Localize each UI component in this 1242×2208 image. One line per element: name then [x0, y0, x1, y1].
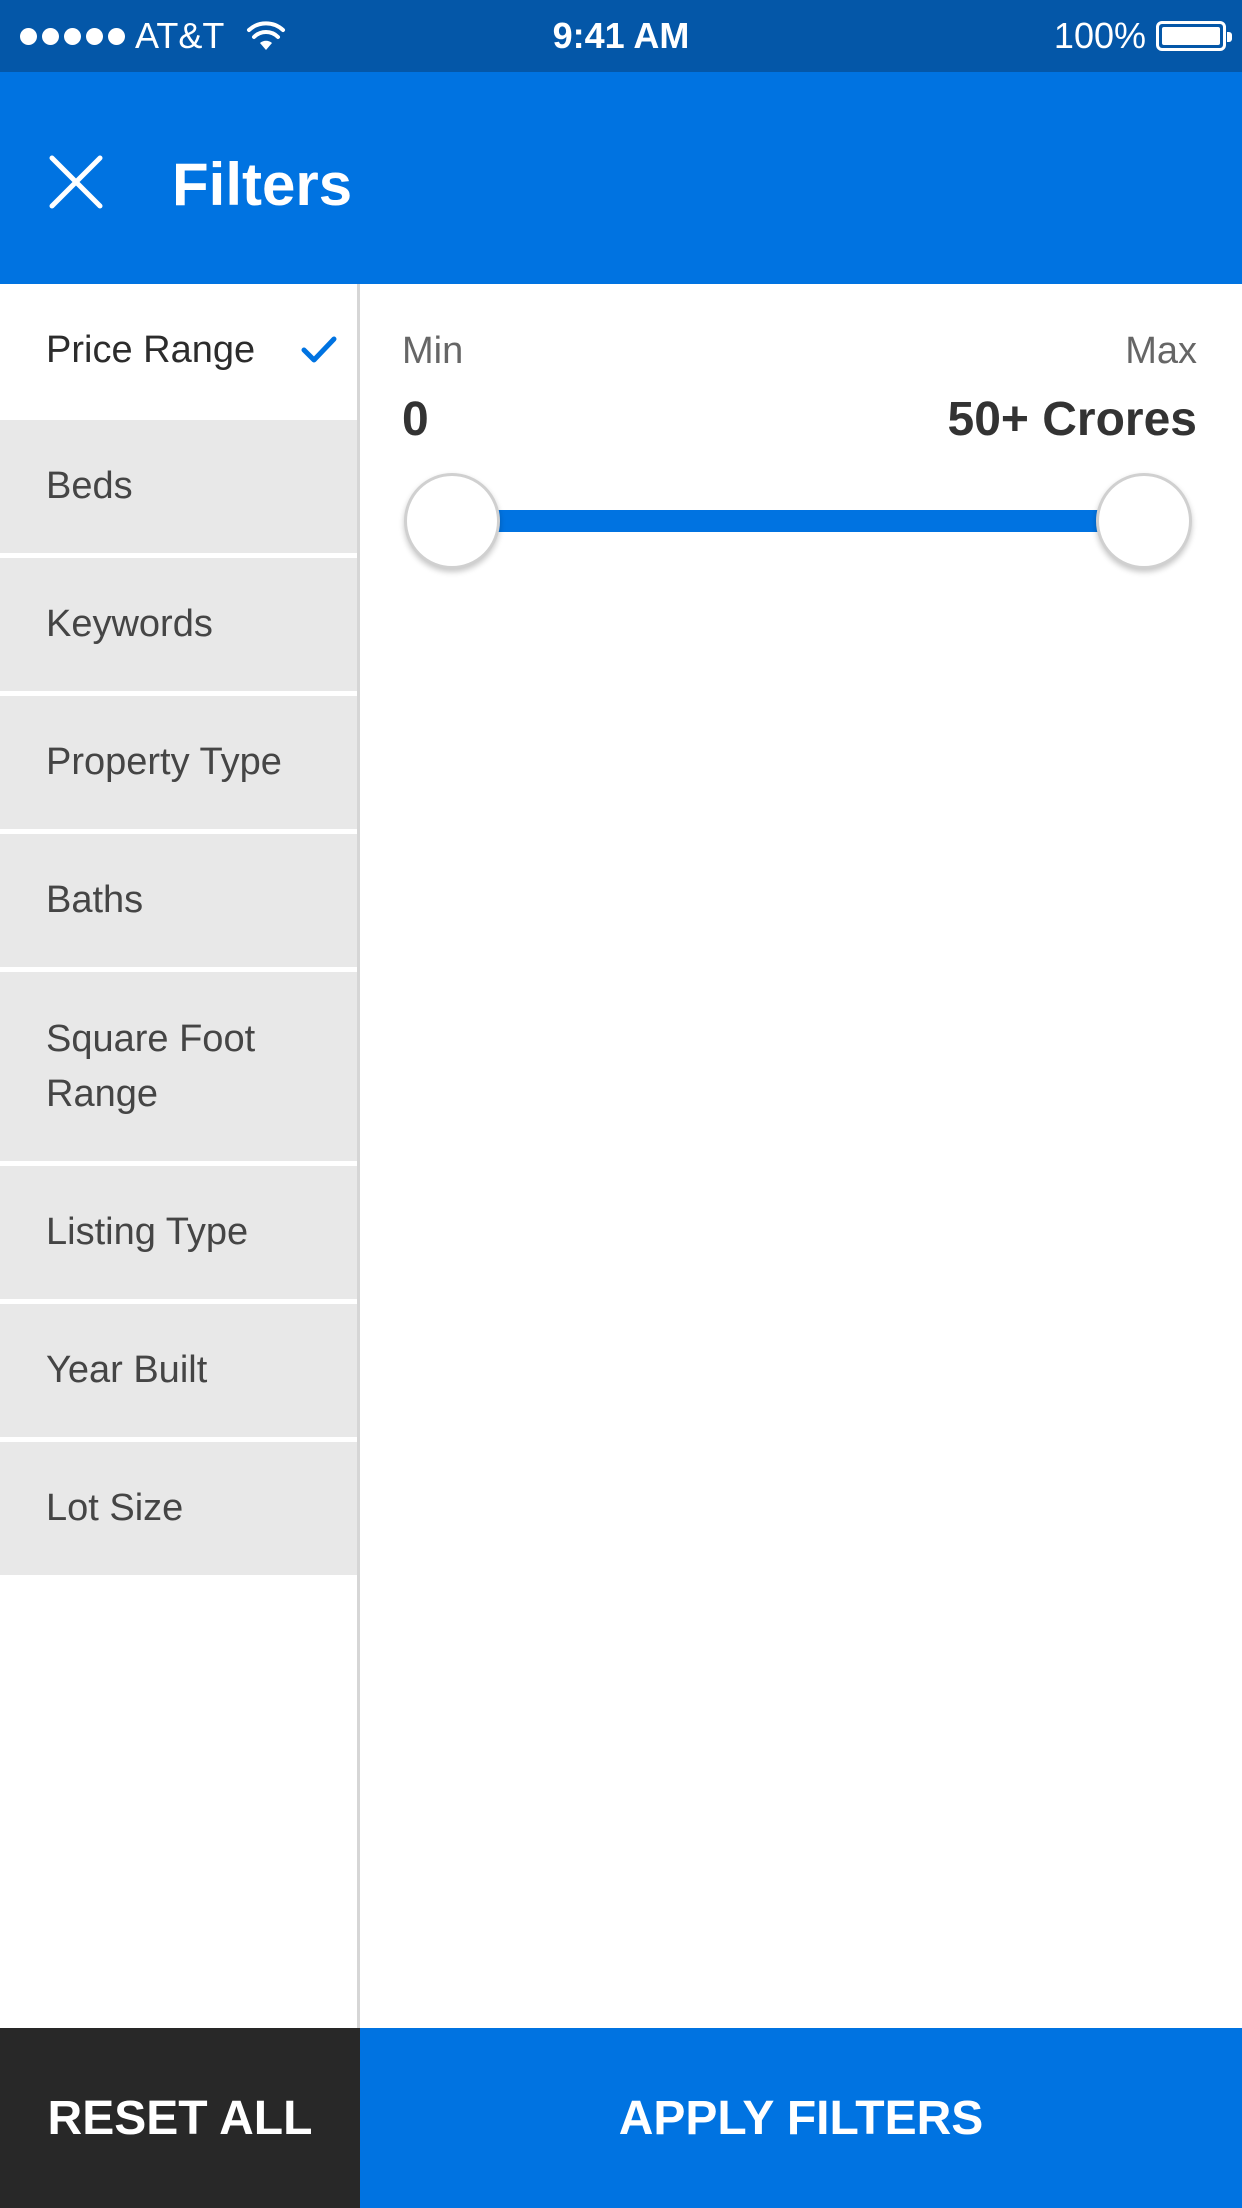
- max-label: Max: [1125, 330, 1197, 372]
- sidebar-item-label: Price Range: [46, 329, 256, 371]
- sidebar-item-property-type[interactable]: Property Type: [0, 696, 357, 829]
- battery-icon: [1156, 21, 1232, 51]
- filters-screen: AT&T 9:41 AM 100% Filters Price Range Be…: [0, 0, 1242, 2208]
- sidebar-item-label: Square Foot Range: [46, 1017, 256, 1115]
- sidebar-item-label: Keywords: [46, 603, 213, 645]
- sidebar-item-listing-type[interactable]: Listing Type: [0, 1166, 357, 1299]
- reset-all-button[interactable]: RESET ALL: [0, 2028, 360, 2208]
- price-slider-max-handle[interactable]: [1096, 473, 1192, 569]
- status-right: 100%: [1053, 0, 1232, 72]
- sidebar-item-label: Baths: [46, 879, 144, 921]
- min-label: Min: [402, 330, 464, 372]
- sidebar-item-year-built[interactable]: Year Built: [0, 1304, 357, 1437]
- sidebar-item-square-foot-range[interactable]: Square Foot Range: [0, 972, 357, 1161]
- max-value: 50+ Crores: [947, 393, 1198, 446]
- sidebar-item-price-range[interactable]: Price Range: [0, 284, 357, 417]
- check-icon: [301, 336, 337, 362]
- sidebar-item-label: Beds: [46, 465, 133, 507]
- min-value: 0: [402, 393, 429, 446]
- price-slider-track[interactable]: [452, 510, 1144, 532]
- apply-filters-button[interactable]: APPLY FILTERS: [360, 2028, 1242, 2208]
- sidebar-item-baths[interactable]: Baths: [0, 834, 357, 967]
- sidebar-item-label: Property Type: [46, 741, 282, 783]
- app-header: Filters: [0, 72, 1242, 284]
- sidebar-item-label: Year Built: [46, 1349, 208, 1391]
- battery-percent: 100%: [1053, 15, 1146, 56]
- sidebar-item-label: Listing Type: [46, 1211, 249, 1253]
- close-button[interactable]: [38, 144, 114, 220]
- sidebar-item-keywords[interactable]: Keywords: [0, 558, 357, 691]
- close-icon: [49, 155, 103, 209]
- price-slider-min-handle[interactable]: [404, 473, 500, 569]
- sidebar-item-beds[interactable]: Beds: [0, 420, 357, 553]
- page-title: Filters: [172, 151, 353, 218]
- filter-category-sidebar: Price Range Beds Keywords Property Type …: [0, 284, 360, 2028]
- status-bar: AT&T 9:41 AM 100%: [0, 0, 1242, 72]
- sidebar-item-lot-size[interactable]: Lot Size: [0, 1442, 357, 1575]
- sidebar-item-label: Lot Size: [46, 1487, 184, 1529]
